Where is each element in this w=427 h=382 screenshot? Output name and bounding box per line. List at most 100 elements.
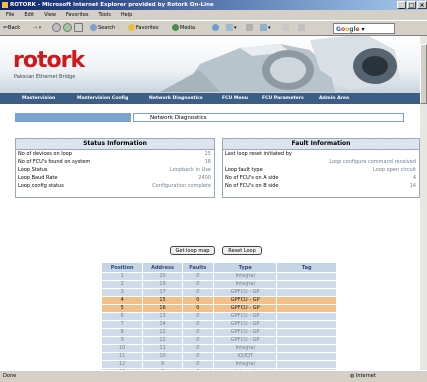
table-row: 4 15 0 GPFCU - GP [100, 296, 337, 305]
discuss-button[interactable] [282, 23, 290, 33]
table-row: 12 9 0 Integral [100, 360, 337, 369]
refresh-button[interactable] [63, 23, 73, 33]
nav-network-diagnostics[interactable]: Network Diagnostics [149, 93, 203, 104]
table-body: 1 20 0 Integral 2 19 0 Integral 3 17 0 GPFCU - GP 4 1… [100, 272, 337, 370]
status-row: Loop Baud Rate 2400 [18, 175, 211, 181]
cell-position: 11 [100, 352, 144, 361]
cell-faults: 0 [181, 360, 214, 369]
cell-tag [276, 328, 337, 337]
media-icon [172, 24, 179, 31]
nav-admin-area[interactable]: Admin Area [319, 93, 349, 104]
cell-tag [276, 304, 337, 313]
cell-tag [276, 352, 337, 361]
home-icon [74, 23, 83, 32]
scroll-thumb[interactable] [420, 44, 427, 104]
stop-icon [52, 23, 61, 32]
maximize-button[interactable]: □ [407, 1, 416, 9]
status-bar: Done ◍ Internet [0, 370, 427, 381]
cell-type: GPFCU - GP [212, 320, 278, 329]
back-button[interactable]: ⇐Back [3, 23, 20, 33]
messenger-icon [298, 24, 305, 31]
fault-row: No of FCU's on B side 14 [225, 183, 416, 189]
cell-tag [276, 288, 337, 297]
home-button[interactable] [74, 23, 84, 33]
menu-tools[interactable]: Tools [99, 12, 111, 18]
cell-address: 9 [142, 360, 183, 369]
cell-type: Integral [212, 280, 278, 289]
cell-position: 12 [100, 360, 144, 369]
col-type: Type [212, 262, 278, 273]
cell-tag [276, 336, 337, 345]
favorites-button[interactable]: Favorites [128, 23, 159, 33]
cell-type: GPFCU - GP [212, 336, 278, 345]
stop-button[interactable] [52, 23, 62, 33]
cell-type: IQ/IQT [212, 352, 278, 361]
google-search-box[interactable]: Google ▾ [333, 23, 395, 34]
close-button[interactable]: × [417, 1, 427, 9]
status-row: No of FCU's found on system 18 [18, 159, 211, 165]
history-button[interactable] [212, 23, 220, 33]
menu-help[interactable]: Help [121, 12, 132, 18]
menu-edit[interactable]: Edit [24, 12, 34, 18]
cell-address: 20 [142, 272, 183, 281]
cell-tag [276, 312, 337, 321]
mail-button[interactable]: ▾ [226, 23, 237, 33]
cell-tag [276, 296, 337, 305]
col-tag: Tag [276, 262, 337, 273]
refresh-icon [63, 23, 72, 32]
cell-type: Integral [212, 360, 278, 369]
cell-faults: 0 [181, 312, 214, 321]
cell-tag [276, 344, 337, 353]
search-button[interactable]: Search [90, 23, 115, 33]
menu-file[interactable]: File [6, 12, 14, 18]
cell-faults: 0 [181, 320, 214, 329]
menu-favorites[interactable]: Favorites [66, 12, 89, 18]
table-row: 1 20 0 Integral [100, 272, 337, 281]
vertical-scrollbar[interactable] [420, 36, 427, 370]
status-row: No of devices on loop 25 [18, 151, 211, 157]
main-nav: Mastervision Mastervision Config Network… [0, 93, 420, 104]
history-icon [212, 24, 219, 31]
nav-fcu-parameters[interactable]: FCU Parameters [262, 93, 304, 104]
rotork-logo: rotork [13, 48, 85, 73]
cell-address: 15 [142, 296, 183, 305]
cell-type: Integral [212, 344, 278, 353]
print-button[interactable] [246, 23, 254, 33]
cell-faults: 0 [181, 272, 214, 281]
nav-fcu-menu[interactable]: FCU Menu [222, 93, 248, 104]
table-row: 11 10 0 IQ/IQT [100, 352, 337, 361]
messenger-button[interactable] [298, 23, 306, 33]
cell-address: 12 [142, 336, 183, 345]
fault-row: Last loop reset initiated by [225, 151, 292, 157]
fault-panel: Fault Information Last loop reset initia… [222, 138, 420, 198]
table-row: 10 11 0 Integral [100, 344, 337, 353]
page-title: Network Diagnostics [133, 113, 404, 122]
table-row: 7 14 0 GPFCU - GP [100, 320, 337, 329]
forward-button[interactable]: → ▾ [33, 23, 41, 33]
table-row: 6 13 0 GPFCU - GP [100, 312, 337, 321]
cell-type: GPFCU - GP [212, 304, 278, 313]
edit-button[interactable]: ▾ [260, 23, 271, 33]
cell-type: GPFCU - GP [212, 288, 278, 297]
page-content: rotork Pakscan Ethernet Bridge Mastervis… [0, 36, 420, 370]
cell-tag [276, 272, 337, 281]
minimize-button[interactable]: _ [397, 1, 406, 9]
get-loop-map-button[interactable]: Get loop map [170, 246, 215, 255]
table-row: 5 16 0 GPFCU - GP [100, 304, 337, 313]
cell-type: Integral [212, 272, 278, 281]
menu-view[interactable]: View [44, 12, 56, 18]
page-title-row: Network Diagnostics [15, 113, 404, 122]
media-button[interactable]: Media [172, 23, 195, 33]
nav-mastervision[interactable]: Mastervision [22, 93, 55, 104]
status-text: Done [3, 373, 17, 379]
cell-address: 14 [142, 320, 183, 329]
cell-address: 12 [142, 328, 183, 337]
actuator-image [160, 36, 400, 92]
cell-faults: 0 [181, 344, 214, 353]
cell-faults: 0 [181, 352, 214, 361]
table-row: 3 17 0 GPFCU - GP [100, 288, 337, 297]
reset-loop-button[interactable]: Reset Loop [222, 246, 262, 255]
cell-tag [276, 360, 337, 369]
nav-mastervision-config[interactable]: Mastervision Config [77, 93, 128, 104]
cell-address: 11 [142, 344, 183, 353]
